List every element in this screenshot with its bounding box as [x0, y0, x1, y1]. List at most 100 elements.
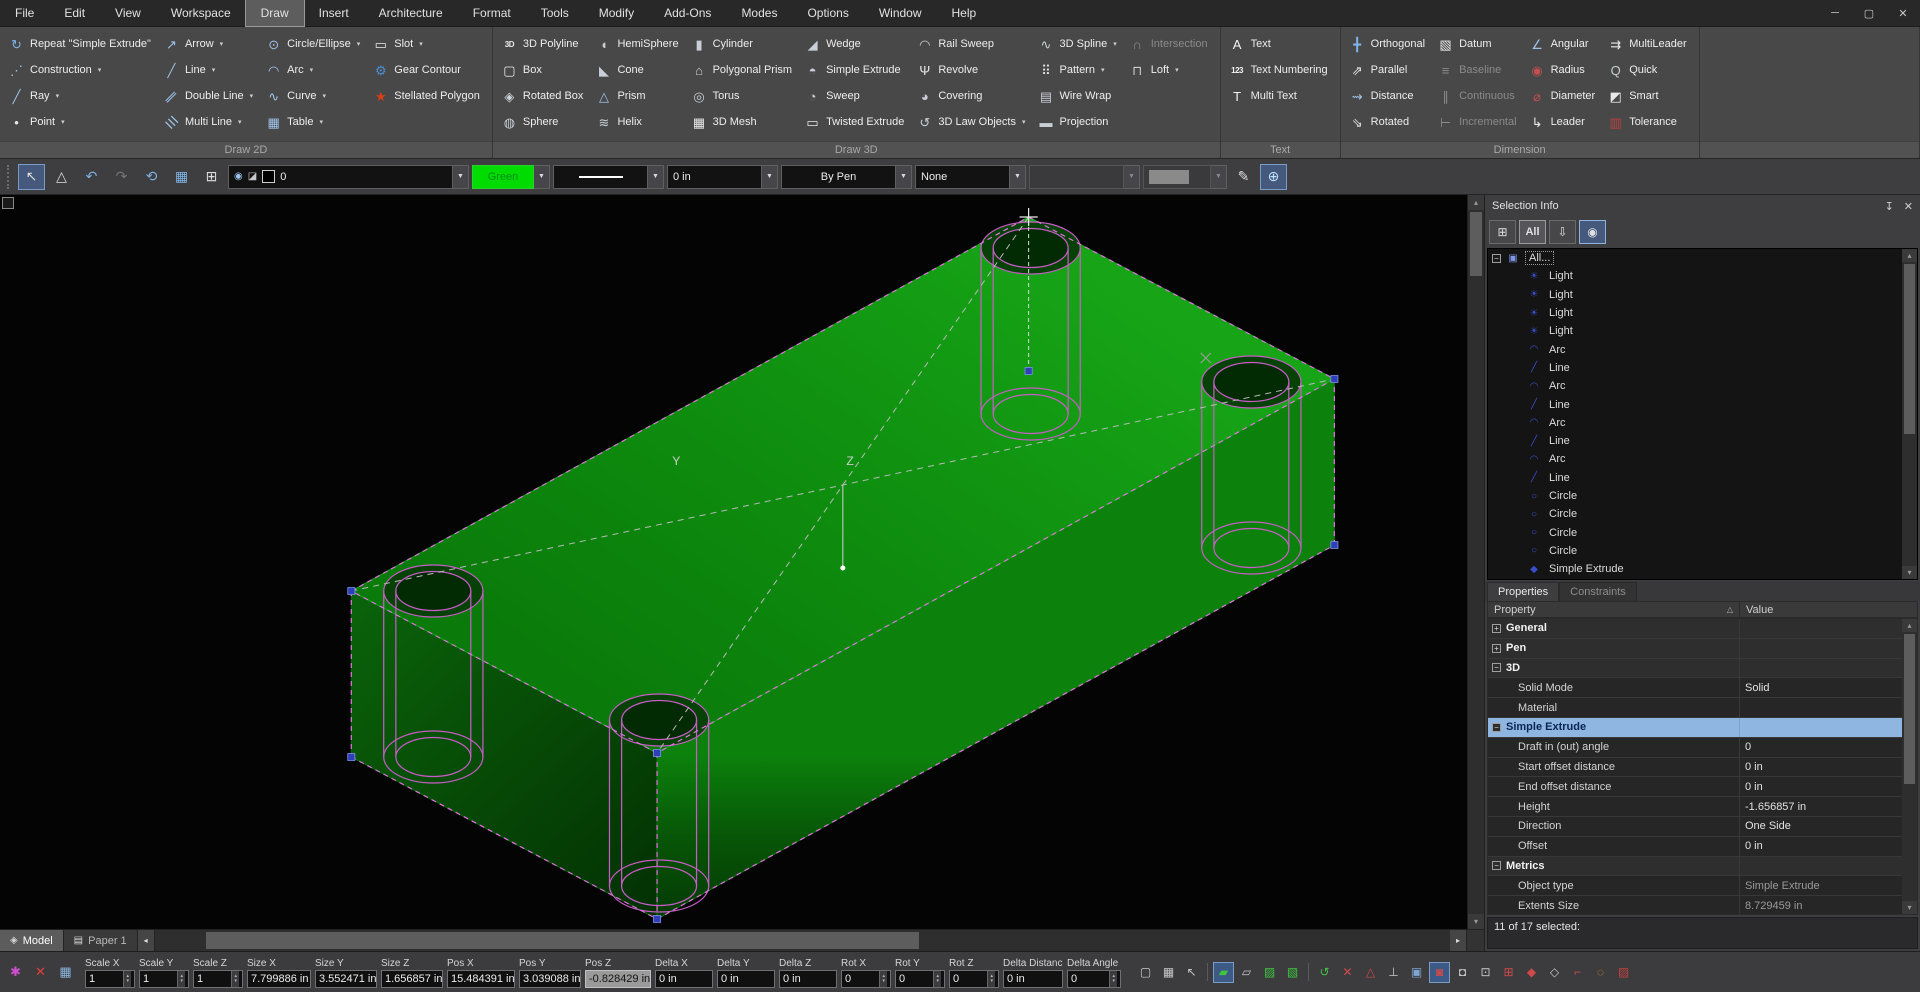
snap-workplane-icon[interactable]: ▨: [1613, 962, 1634, 983]
tree-item-light[interactable]: ☀Light: [1488, 304, 1902, 322]
field-rot-x-value[interactable]: 0▴▾: [841, 970, 891, 988]
ribbon-item-angular[interactable]: ∠Angular: [1529, 31, 1596, 57]
property-category-simple-extrude[interactable]: −Simple Extrude: [1488, 718, 1902, 738]
menu-item-help[interactable]: Help: [937, 0, 992, 26]
pen-mode-arrow[interactable]: ▼: [896, 165, 912, 189]
property-value[interactable]: Solid: [1739, 678, 1902, 697]
ribbon-item-smart[interactable]: ◩Smart: [1607, 83, 1686, 109]
ribbon-item-projection[interactable]: ▬Projection: [1038, 109, 1117, 135]
property-row-solid-mode[interactable]: Solid ModeSolid: [1488, 678, 1902, 698]
vertical-scroll-thumb[interactable]: [1470, 212, 1482, 276]
property-category-general[interactable]: +General: [1488, 619, 1902, 639]
hatch-arrow[interactable]: ▼: [1010, 165, 1026, 189]
collapse-icon[interactable]: −: [1492, 663, 1501, 672]
ribbon-item-loft[interactable]: ⊓Loft▾: [1129, 57, 1208, 83]
ribbon-item-distance[interactable]: ⇝Distance: [1349, 83, 1425, 109]
ribbon-item-cone[interactable]: ◣Cone: [595, 57, 678, 83]
model-view[interactable]: YZ: [0, 195, 1467, 929]
menu-item-workspace[interactable]: Workspace: [156, 0, 246, 26]
property-category-3d[interactable]: −3D: [1488, 659, 1902, 679]
property-row-height[interactable]: Height-1.656857 in: [1488, 797, 1902, 817]
field-delta-distance-value[interactable]: 0 in: [1003, 970, 1063, 988]
ribbon-item-3d-spline[interactable]: ∿3D Spline▾: [1038, 31, 1117, 57]
field-scale-z-value[interactable]: 1▴▾: [193, 970, 243, 988]
snap-vertex-icon[interactable]: ✕: [1337, 962, 1358, 983]
snap-grid-icon[interactable]: ⊡: [1475, 962, 1496, 983]
close-button[interactable]: ✕: [1886, 0, 1920, 26]
ribbon-item-slot[interactable]: ▭Slot▾: [372, 31, 480, 57]
field-spinner[interactable]: ▴▾: [933, 971, 941, 987]
snap-none-icon[interactable]: ↺: [1314, 962, 1335, 983]
tab-constraints[interactable]: Constraints: [1559, 582, 1637, 601]
tab-scroll-left-button[interactable]: ◂: [138, 930, 155, 951]
field-delta-angle-value[interactable]: 0▴▾: [1067, 970, 1121, 988]
property-row-direction[interactable]: DirectionOne Side: [1488, 817, 1902, 837]
field-size-x-value[interactable]: 7.799886 in: [247, 970, 311, 988]
ribbon-item-3d-mesh[interactable]: ▦3D Mesh: [691, 109, 792, 135]
field-spinner[interactable]: ▴▾: [123, 971, 131, 987]
property-value[interactable]: -1.656857 in: [1739, 797, 1902, 816]
menu-item-insert[interactable]: Insert: [304, 0, 364, 26]
tree-item-arc[interactable]: ◠Arc: [1488, 340, 1902, 358]
ribbon-item-rotated[interactable]: ⇘Rotated: [1349, 109, 1425, 135]
ribbon-item-sphere[interactable]: ◍Sphere: [501, 109, 584, 135]
close-icon[interactable]: ✕: [1904, 200, 1913, 213]
hatch-combo[interactable]: None: [915, 165, 1010, 189]
expand-icon[interactable]: +: [1492, 644, 1501, 653]
ribbon-item-helix[interactable]: ≋Helix: [595, 109, 678, 135]
select-all-button[interactable]: All: [1519, 220, 1546, 244]
field-rot-y-value[interactable]: 0▴▾: [895, 970, 945, 988]
pen-width-combo[interactable]: 0 in: [667, 165, 762, 189]
scroll-up-icon[interactable]: ▴: [1468, 195, 1484, 210]
ribbon-item-hemisphere[interactable]: ◖HemiSphere: [595, 31, 678, 57]
toolbar-grip[interactable]: [7, 165, 12, 189]
ribbon-item-rotated-box[interactable]: ◈Rotated Box: [501, 83, 584, 109]
sheet-tab-model[interactable]: ◈Model: [0, 930, 64, 951]
minimize-button[interactable]: ─: [1818, 0, 1852, 26]
menu-item-draw[interactable]: Draw: [246, 0, 304, 26]
field-spinner[interactable]: ▴▾: [231, 971, 239, 987]
node-edit-button[interactable]: △: [48, 164, 75, 190]
pen-mode-combo[interactable]: By Pen: [781, 165, 896, 189]
field-pos-z-value[interactable]: -0.828429 in: [585, 970, 651, 988]
color-combo-arrow[interactable]: ▼: [534, 165, 550, 189]
property-value[interactable]: 0 in: [1739, 837, 1902, 856]
edit-style-button[interactable]: ✎: [1230, 164, 1257, 190]
line-style-arrow[interactable]: ▼: [648, 165, 664, 189]
menu-item-modify[interactable]: Modify: [584, 0, 649, 26]
tree-item-circle[interactable]: ○Circle: [1488, 542, 1902, 560]
snap-mesh-icon[interactable]: ▦: [1158, 962, 1179, 983]
tree-item-line[interactable]: ╱Line: [1488, 469, 1902, 487]
ribbon-item-gear-contour[interactable]: ⚙Gear Contour: [372, 57, 480, 83]
ribbon-item-torus[interactable]: ◎Torus: [691, 83, 792, 109]
mode-3d-select-icon[interactable]: ▱: [1236, 962, 1257, 983]
ribbon-item-table[interactable]: ▦Table▾: [265, 109, 360, 135]
ribbon-item-construction[interactable]: ⋰Construction▾: [8, 57, 151, 83]
tree-item-arc[interactable]: ◠Arc: [1488, 450, 1902, 468]
menu-item-tools[interactable]: Tools: [526, 0, 584, 26]
ribbon-item-wire-wrap[interactable]: ▤Wire Wrap: [1038, 83, 1117, 109]
ribbon-item-tolerance[interactable]: ▥Tolerance: [1607, 109, 1686, 135]
property-row-end-offset-distance[interactable]: End offset distance0 in: [1488, 777, 1902, 797]
sheet-tab-paper-1[interactable]: ▤Paper 1: [64, 930, 138, 951]
property-value[interactable]: 0 in: [1739, 758, 1902, 777]
property-category-pen[interactable]: +Pen: [1488, 639, 1902, 659]
vertical-scrollbar[interactable]: ▴ ▾: [1467, 195, 1484, 929]
tree-item-light[interactable]: ☀Light: [1488, 286, 1902, 304]
undo-button[interactable]: ↶: [78, 164, 105, 190]
snap-parallel-icon[interactable]: ⌐: [1567, 962, 1588, 983]
ribbon-item-radius[interactable]: ◉Radius: [1529, 57, 1596, 83]
ribbon-item-rail-sweep[interactable]: ◠Rail Sweep: [916, 31, 1025, 57]
snap-polar-icon[interactable]: ◆: [1521, 962, 1542, 983]
ribbon-item-cylinder[interactable]: ▮Cylinder: [691, 31, 792, 57]
field-delta-y-value[interactable]: 0 in: [717, 970, 775, 988]
property-value[interactable]: 8.729459 in: [1739, 896, 1902, 915]
layer-combo[interactable]: ◉ ◪ 0: [228, 165, 453, 189]
tree-item-line[interactable]: ╱Line: [1488, 432, 1902, 450]
snap-center-icon[interactable]: ⊥: [1383, 962, 1404, 983]
tree-item-light[interactable]: ☀Light: [1488, 322, 1902, 340]
tree-item-line[interactable]: ╱Line: [1488, 359, 1902, 377]
filter-button[interactable]: ⇩: [1549, 220, 1576, 244]
ribbon-item-ray[interactable]: ╱Ray▾: [8, 83, 151, 109]
tree-item-circle[interactable]: ○Circle: [1488, 487, 1902, 505]
